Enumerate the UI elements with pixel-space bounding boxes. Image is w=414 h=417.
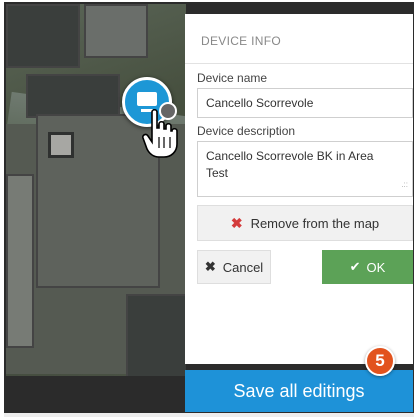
map-building [84, 4, 148, 58]
x-icon: ✖ [230, 214, 243, 231]
map-courtyard [48, 132, 74, 158]
x-icon: ✖ [204, 259, 216, 274]
hand-pointer-icon [142, 108, 178, 158]
device-description-label: Device description [197, 124, 296, 138]
map-building [26, 74, 120, 118]
device-info-panel: DEVICE INFO Device name Cancello Scorrev… [185, 14, 413, 364]
device-description-text: Cancello Scorrevole BK in Area Test [206, 149, 374, 180]
cancel-button[interactable]: ✖ Cancel [197, 250, 271, 284]
bottom-bar [4, 413, 414, 417]
remove-from-map-label: Remove from the map [250, 215, 380, 231]
map-building [6, 174, 34, 348]
satellite-map[interactable] [6, 4, 186, 376]
cancel-label: Cancel [222, 259, 264, 275]
device-name-label: Device name [197, 71, 268, 85]
device-description-field[interactable]: Cancello Scorrevole BK in Area Test .:: [197, 141, 413, 197]
device-name-field[interactable]: Cancello Scorrevole [197, 88, 413, 118]
remove-from-map-button[interactable]: ✖ Remove from the map [197, 205, 413, 241]
ok-label: OK [366, 259, 386, 275]
check-icon: ✔ [349, 259, 361, 274]
map-building [126, 294, 186, 376]
resize-grip-icon[interactable]: .:: [401, 176, 408, 193]
save-all-editings-label: Save all editings [233, 380, 365, 401]
panel-title: DEVICE INFO [201, 34, 281, 48]
map-building [6, 4, 80, 68]
device-icon [137, 92, 157, 112]
save-all-editings-button[interactable]: Save all editings [185, 370, 413, 412]
step-number-badge: 5 [365, 346, 395, 376]
panel-divider [185, 63, 413, 64]
ok-button[interactable]: ✔ OK [322, 250, 413, 284]
